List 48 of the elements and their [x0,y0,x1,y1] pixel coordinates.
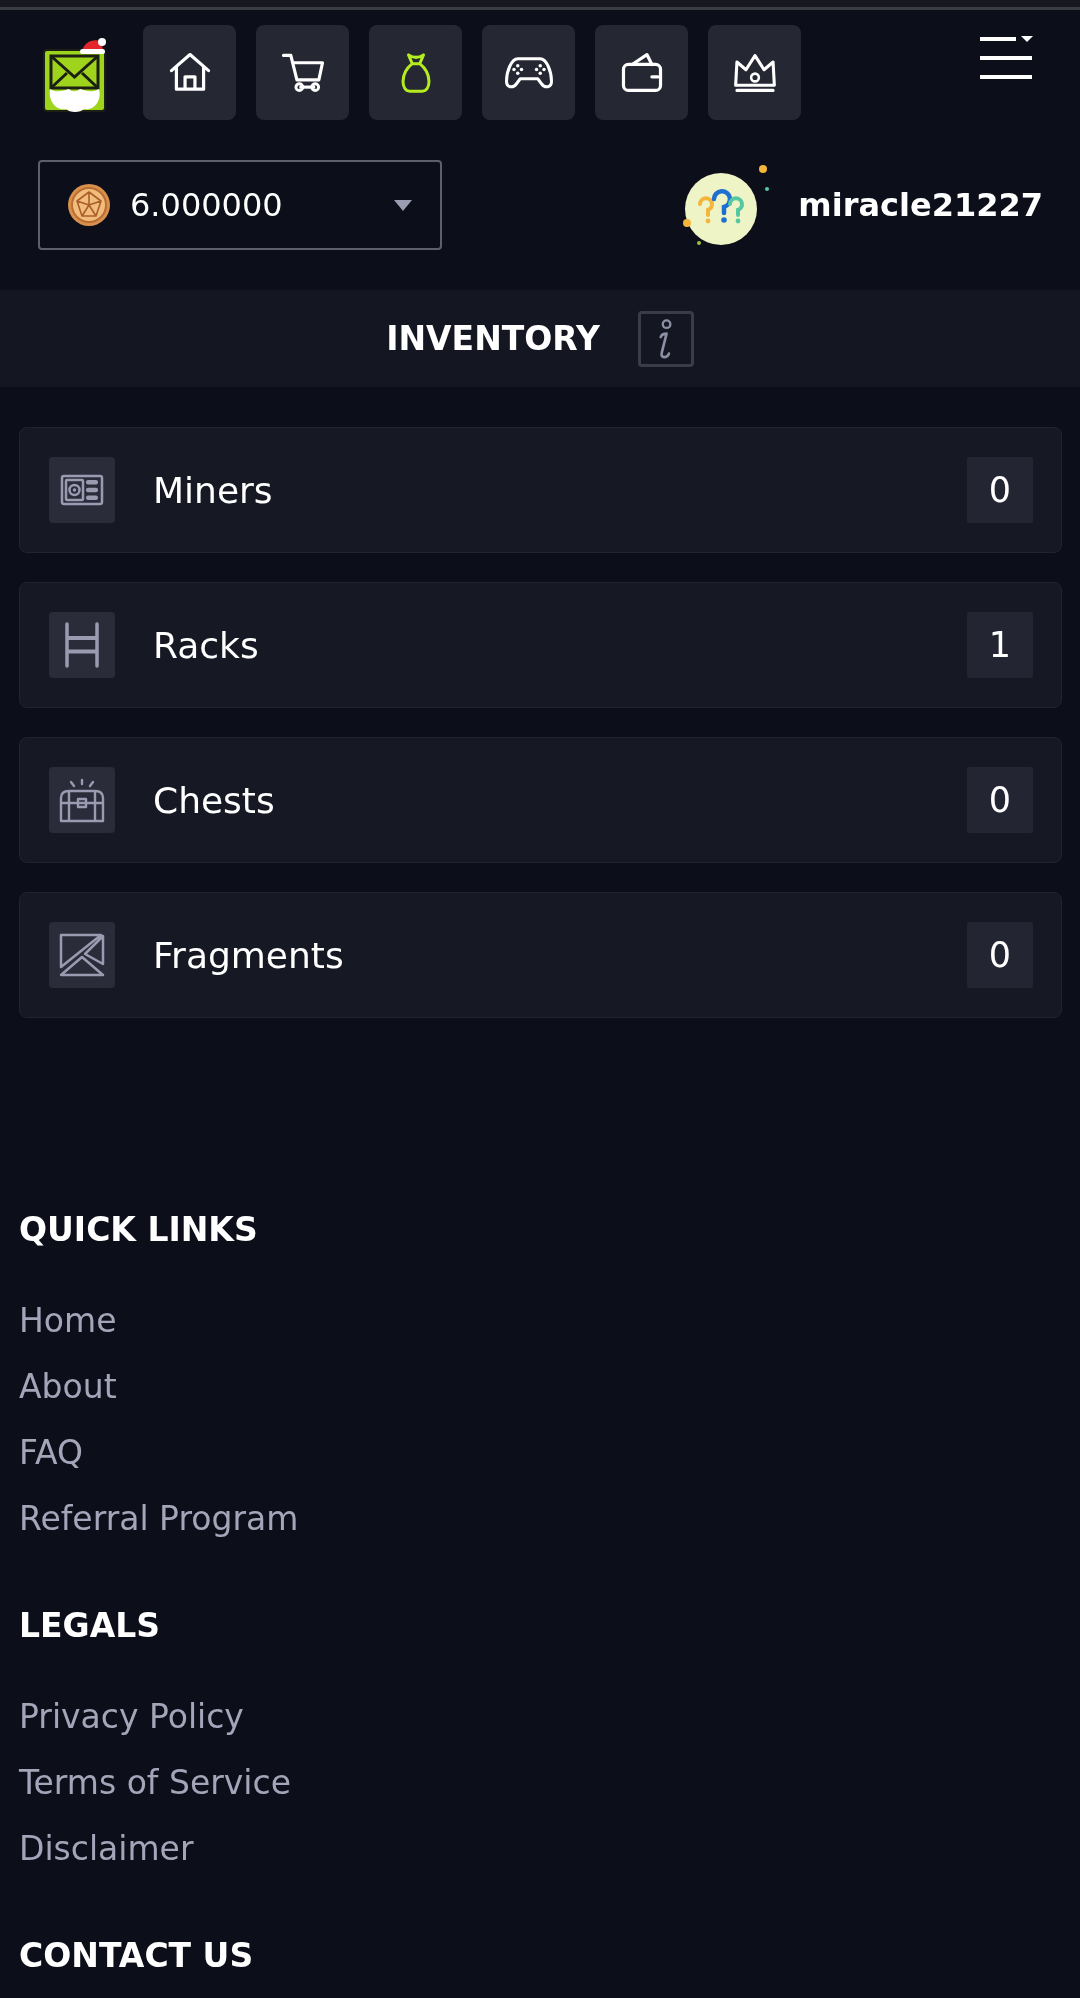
section-heading: CONTACT US [19,1936,254,1976]
page-title: INVENTORY [386,319,600,358]
nav-button[interactable] [595,25,688,120]
menu-icon[interactable] [978,34,1034,81]
nav-button[interactable] [369,25,462,120]
gamepad-icon [503,56,554,89]
item-label: Chests [153,779,275,821]
info-button[interactable] [637,310,694,367]
info-icon [659,318,673,359]
chest-icon [49,767,115,833]
rack-icon [49,612,115,678]
cart-icon [280,53,325,92]
nav-button[interactable] [482,25,575,120]
section-heading: LEGALS [19,1606,160,1646]
item-label: Miners [153,469,273,511]
crown-icon [732,52,777,93]
inventory-item[interactable]: Racks 1 [19,582,1062,708]
nav-button[interactable] [708,25,801,120]
nav-button[interactable] [143,25,236,120]
footer-link[interactable]: Terms of Service [19,1763,291,1803]
footer-link[interactable]: About [19,1367,117,1407]
count-badge: 0 [967,922,1033,988]
username[interactable]: miracle21227 [798,186,1043,224]
section-heading: QUICK LINKS [19,1210,258,1250]
inventory-item[interactable]: Fragments 0 [19,892,1062,1018]
balance-dropdown[interactable]: 6.000000 [38,160,442,250]
footer-link[interactable]: Disclaimer [19,1829,194,1869]
inventory-item[interactable]: Chests 0 [19,737,1062,863]
item-label: Fragments [153,934,344,976]
money-bag-icon [400,51,431,94]
miner-device-icon [49,457,115,523]
home-icon [168,52,211,93]
footer-link[interactable]: Home [19,1301,117,1341]
caret-icon [394,199,412,211]
wallet-icon [620,52,663,93]
fragments-icon [49,922,115,988]
logo-icon[interactable] [42,36,108,113]
avatar-icon [681,163,772,247]
inventory-item[interactable]: Miners 0 [19,427,1062,553]
footer-link[interactable]: Referral Program [19,1499,299,1539]
item-label: Racks [153,624,259,666]
count-badge: 1 [967,612,1033,678]
footer-link[interactable]: FAQ [19,1433,83,1473]
footer-link[interactable]: Privacy Policy [19,1697,244,1737]
coin-icon [67,183,111,227]
count-badge: 0 [967,457,1033,523]
count-badge: 0 [967,767,1033,833]
nav-button[interactable] [256,25,349,120]
